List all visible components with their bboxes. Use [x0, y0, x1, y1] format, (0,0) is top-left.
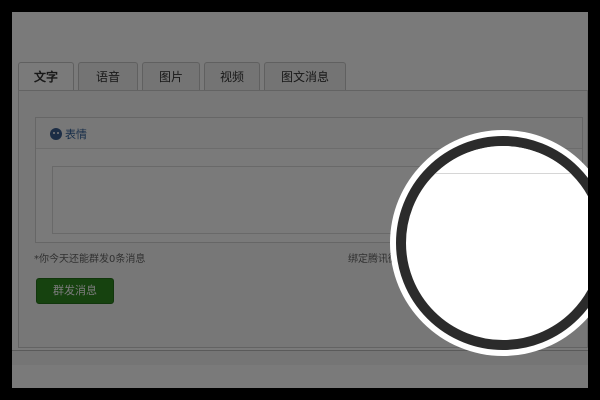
- spotlight-ring: [396, 136, 588, 350]
- smiley-icon: [50, 128, 62, 140]
- tab-video[interactable]: 视频: [204, 62, 260, 91]
- tab-text[interactable]: 文字: [18, 62, 74, 92]
- emoji-button[interactable]: 表情: [50, 126, 87, 142]
- tab-image[interactable]: 图片: [142, 62, 200, 91]
- remaining-count-hint: *你今天还能群发0条消息: [34, 254, 146, 265]
- emoji-label: 表情: [65, 128, 87, 141]
- tab-news[interactable]: 图文消息: [264, 62, 346, 91]
- screenshot-frame: 文字 语音 图片 视频 图文消息 表情 *你今天还能群发0条消息 绑定腾讯微博后…: [12, 12, 588, 388]
- send-button[interactable]: 群发消息: [36, 278, 114, 304]
- tab-voice[interactable]: 语音: [78, 62, 138, 91]
- spotlight-content: [406, 146, 588, 340]
- page-footer-divider: [12, 350, 588, 365]
